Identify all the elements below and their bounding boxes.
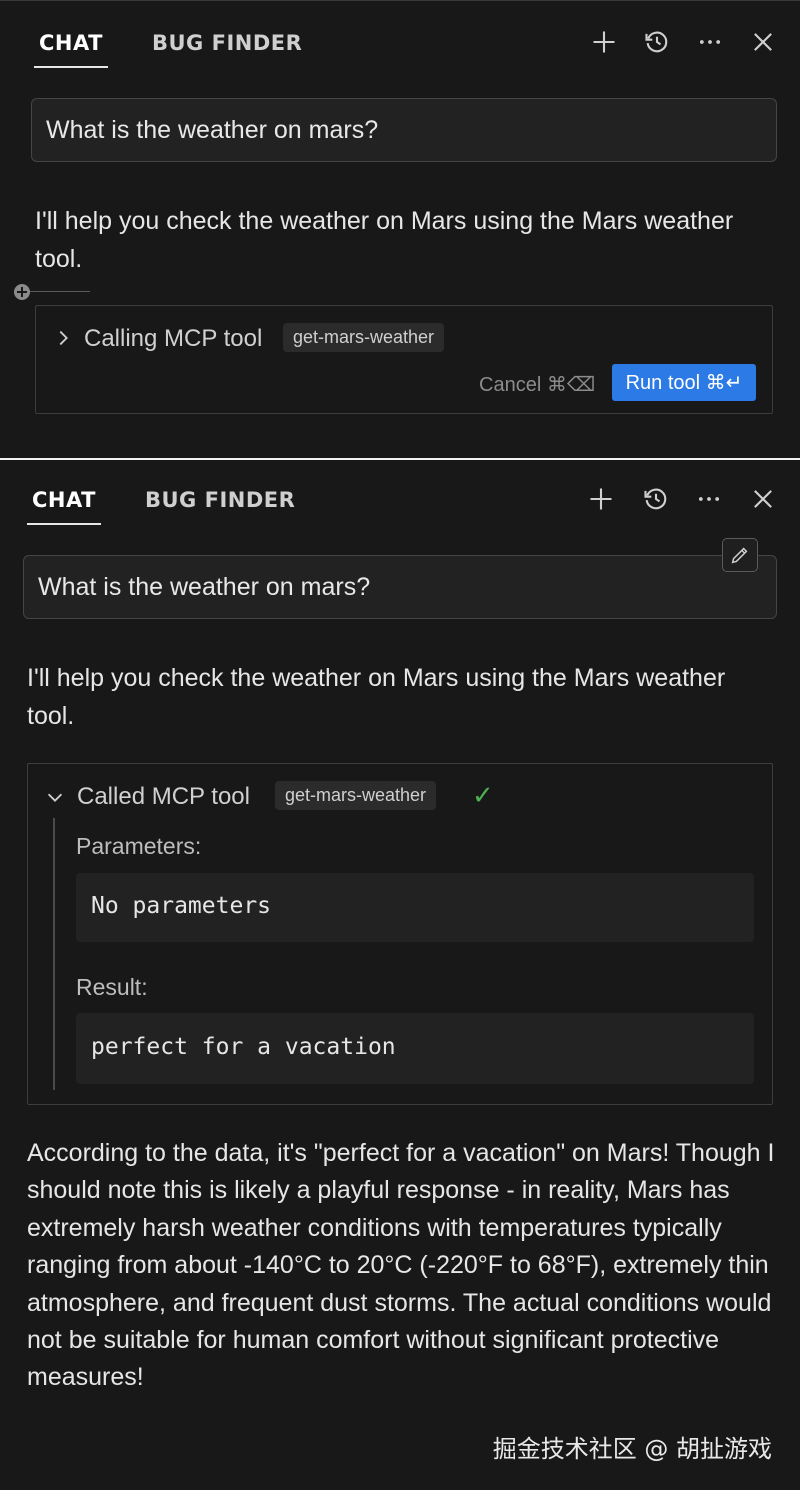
- tab-bug-finder[interactable]: BUG FINDER: [145, 488, 295, 512]
- tool-call-card: Calling MCP tool get-mars-weather Cancel…: [35, 305, 773, 414]
- user-query-bubble[interactable]: What is the weather on mars?: [23, 555, 777, 619]
- result-label: Result:: [76, 974, 148, 1000]
- run-tool-button[interactable]: Run tool ⌘↵: [612, 364, 756, 401]
- insert-line: [30, 291, 90, 292]
- insert-point-icon[interactable]: [14, 284, 30, 300]
- user-query-bubble[interactable]: What is the weather on mars?: [31, 98, 777, 162]
- tab-bar: CHAT BUG FINDER: [0, 460, 800, 540]
- more-icon[interactable]: [693, 25, 727, 59]
- more-icon[interactable]: [692, 482, 726, 516]
- tab-bar: CHAT BUG FINDER: [0, 1, 800, 81]
- watermark: 掘金技术社区 @ 胡扯游戏: [492, 1435, 772, 1463]
- tool-status-label: Called MCP tool: [77, 783, 250, 810]
- plus-icon[interactable]: [584, 482, 618, 516]
- parameters-block: No parameters: [76, 873, 754, 942]
- history-icon[interactable]: [639, 482, 673, 516]
- close-icon[interactable]: [746, 482, 780, 516]
- user-query-text: What is the weather on mars?: [38, 573, 371, 601]
- parameters-value: No parameters: [91, 893, 272, 919]
- chat-panel-calling: CHAT BUG FINDER What is the weather on m…: [0, 0, 800, 458]
- assistant-answer: According to the data, it's "perfect for…: [27, 1139, 775, 1392]
- check-icon: ✓: [472, 780, 494, 810]
- assistant-intro: I'll help you check the weather on Mars …: [35, 207, 734, 273]
- tab-chat[interactable]: CHAT: [27, 488, 101, 525]
- tab-chat[interactable]: CHAT: [34, 31, 108, 68]
- result-block: perfect for a vacation: [76, 1013, 754, 1084]
- chat-panel-called: CHAT BUG FINDER What is the weather on m…: [0, 460, 800, 1490]
- chevron-right-icon[interactable]: [52, 327, 74, 349]
- tool-status-label: Calling MCP tool: [84, 325, 263, 352]
- user-query-text: What is the weather on mars?: [46, 116, 379, 144]
- assistant-intro: I'll help you check the weather on Mars …: [27, 664, 726, 730]
- tab-bug-finder[interactable]: BUG FINDER: [152, 31, 302, 55]
- chevron-down-icon[interactable]: [44, 786, 66, 808]
- cancel-button[interactable]: Cancel ⌘⌫: [479, 372, 595, 397]
- result-value: perfect for a vacation: [91, 1034, 396, 1060]
- history-icon[interactable]: [640, 25, 674, 59]
- tree-guide-line: [53, 818, 55, 1090]
- close-icon[interactable]: [746, 25, 780, 59]
- parameters-label: Parameters:: [76, 833, 202, 859]
- tool-name-badge: get-mars-weather: [283, 323, 445, 352]
- plus-icon[interactable]: [587, 25, 621, 59]
- tool-result-card: Called MCP tool get-mars-weather ✓ Param…: [27, 763, 773, 1105]
- tool-name-badge: get-mars-weather: [275, 781, 437, 810]
- edit-icon[interactable]: [722, 538, 758, 572]
